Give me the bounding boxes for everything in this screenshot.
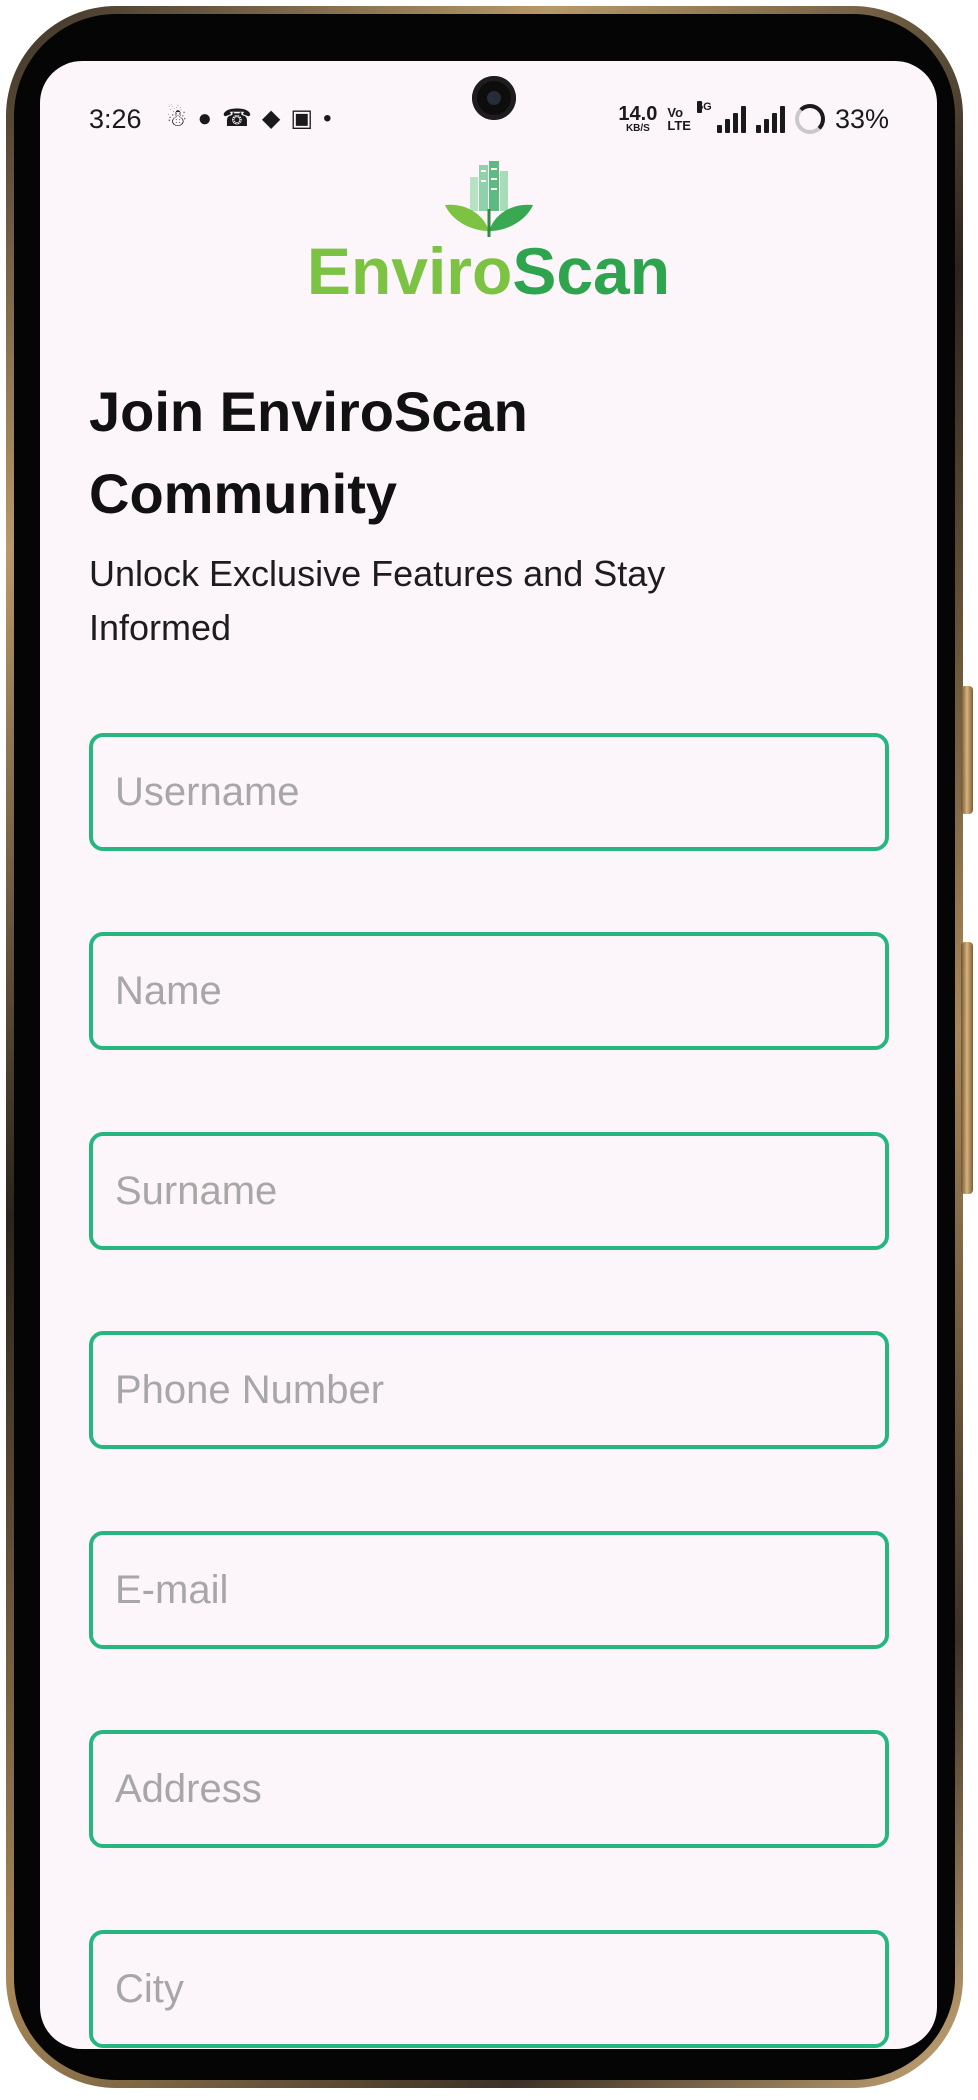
media-icon: ▣: [290, 105, 314, 132]
status-time: 3:26: [89, 104, 142, 134]
system-indicators: 14.0 KB/S Vo LTE 5G 33%: [618, 101, 889, 137]
username-input[interactable]: [89, 733, 889, 851]
snapchat-icon: ☃: [166, 105, 188, 132]
volte-indicator: Vo LTE: [667, 105, 691, 133]
net-speed: 14.0 KB/S: [618, 103, 658, 134]
status-bar: 3:26 ☃ ● ☎ ◆ ▣ • 14.0 KB/S Vo LTE 5G 33%: [40, 101, 937, 137]
chat-icon: ●: [197, 105, 213, 132]
city-input[interactable]: [89, 1930, 889, 2048]
whatsapp-icon: ☎: [222, 105, 252, 132]
volume-button: [961, 686, 973, 814]
signal-icon: [755, 105, 785, 133]
email-input[interactable]: [89, 1531, 889, 1649]
page-subtitle: Unlock Exclusive Features and Stay Infor…: [89, 553, 666, 648]
phone-number-input[interactable]: [89, 1331, 889, 1449]
more-notifications-icon: •: [323, 105, 332, 132]
app-screen: 3:26 ☃ ● ☎ ◆ ▣ • 14.0 KB/S Vo LTE 5G 33%…: [40, 61, 937, 2049]
phone-frame: 3:26 ☃ ● ☎ ◆ ▣ • 14.0 KB/S Vo LTE 5G 33%…: [6, 6, 973, 2088]
surname-input[interactable]: [89, 1132, 889, 1250]
logo-wordmark: EnviroScan: [306, 234, 671, 308]
power-button: [961, 942, 973, 1194]
page-title: Join EnviroScan Community: [89, 380, 528, 525]
battery-percent: 33%: [834, 103, 889, 134]
signal-5g-icon: 5G: [696, 101, 746, 133]
notification-icons: ☃ ● ☎ ◆ ▣ •: [166, 104, 331, 134]
battery-icon: [794, 104, 825, 134]
location-icon: ◆: [261, 105, 281, 132]
enviroscan-logo: EnviroScan: [40, 161, 937, 308]
name-input[interactable]: [89, 932, 889, 1050]
address-input[interactable]: [89, 1730, 889, 1848]
building-leaf-icon: [444, 161, 533, 237]
